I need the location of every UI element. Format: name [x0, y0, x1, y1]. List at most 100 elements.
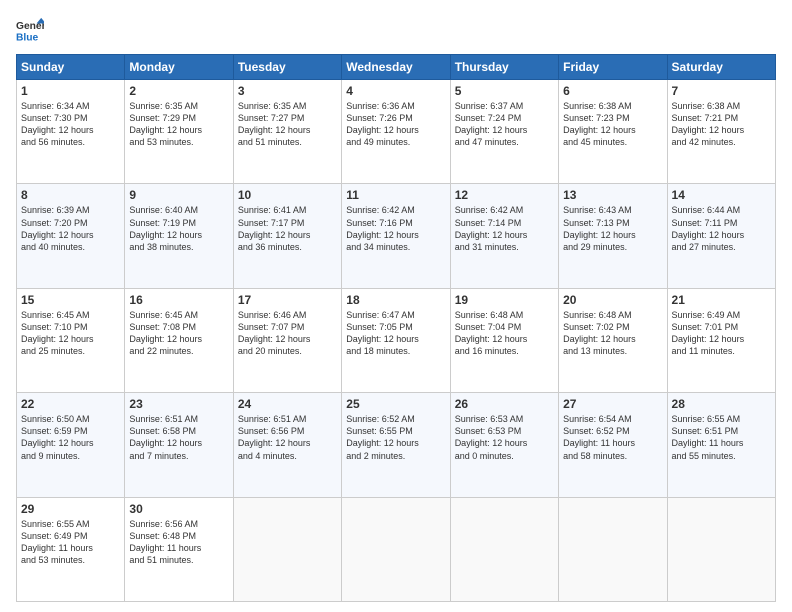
calendar-header-friday: Friday	[559, 55, 667, 80]
calendar-cell: 10Sunrise: 6:41 AM Sunset: 7:17 PM Dayli…	[233, 184, 341, 288]
day-info: Sunrise: 6:56 AM Sunset: 6:48 PM Dayligh…	[129, 518, 228, 567]
day-info: Sunrise: 6:50 AM Sunset: 6:59 PM Dayligh…	[21, 413, 120, 462]
day-info: Sunrise: 6:36 AM Sunset: 7:26 PM Dayligh…	[346, 100, 445, 149]
day-number: 1	[21, 84, 120, 98]
calendar-week-3: 15 Sunrise: 6:45 AM Sunset: 7:10 PM Dayli…	[17, 288, 776, 392]
day-number: 6	[563, 84, 662, 98]
day-info: Sunrise: 6:52 AM Sunset: 6:55 PM Dayligh…	[346, 413, 445, 462]
calendar-cell: 3Sunrise: 6:35 AM Sunset: 7:27 PM Daylig…	[233, 80, 341, 184]
svg-text:Blue: Blue	[16, 32, 39, 43]
calendar-cell: 22 Sunrise: 6:50 AM Sunset: 6:59 PM Dayli…	[17, 393, 125, 497]
day-info: Sunrise: 6:48 AM Sunset: 7:04 PM Dayligh…	[455, 309, 554, 358]
calendar-header-row: SundayMondayTuesdayWednesdayThursdayFrid…	[17, 55, 776, 80]
calendar-cell: 11 Sunrise: 6:42 AM Sunset: 7:16 PM Dayli…	[342, 184, 450, 288]
day-number: 16	[129, 293, 228, 307]
calendar-cell: 14 Sunrise: 6:44 AM Sunset: 7:11 PM Dayli…	[667, 184, 775, 288]
day-info: Sunrise: 6:51 AM Sunset: 6:56 PM Dayligh…	[238, 413, 337, 462]
day-info: Sunrise: 6:47 AM Sunset: 7:05 PM Dayligh…	[346, 309, 445, 358]
calendar-cell: 18 Sunrise: 6:47 AM Sunset: 7:05 PM Dayli…	[342, 288, 450, 392]
day-number: 14	[672, 188, 771, 202]
calendar-cell: 12 Sunrise: 6:42 AM Sunset: 7:14 PM Dayli…	[450, 184, 558, 288]
day-info: Sunrise: 6:38 AM Sunset: 7:21 PM Dayligh…	[672, 100, 771, 149]
day-number: 30	[129, 502, 228, 516]
page: General Blue SundayMondayTuesdayWednesda…	[0, 0, 792, 612]
day-number: 8	[21, 188, 120, 202]
calendar-cell: 26 Sunrise: 6:53 AM Sunset: 6:53 PM Dayli…	[450, 393, 558, 497]
calendar-cell: 28 Sunrise: 6:55 AM Sunset: 6:51 PM Dayli…	[667, 393, 775, 497]
logo: General Blue	[16, 16, 48, 44]
day-info: Sunrise: 6:46 AM Sunset: 7:07 PM Dayligh…	[238, 309, 337, 358]
day-number: 15	[21, 293, 120, 307]
calendar-cell: 5 Sunrise: 6:37 AM Sunset: 7:24 PM Daylig…	[450, 80, 558, 184]
calendar-cell: 1 Sunrise: 6:34 AM Sunset: 7:30 PM Daylig…	[17, 80, 125, 184]
calendar-week-1: 1 Sunrise: 6:34 AM Sunset: 7:30 PM Daylig…	[17, 80, 776, 184]
day-info: Sunrise: 6:40 AM Sunset: 7:19 PM Dayligh…	[129, 204, 228, 253]
day-info: Sunrise: 6:37 AM Sunset: 7:24 PM Dayligh…	[455, 100, 554, 149]
calendar-cell: 21 Sunrise: 6:49 AM Sunset: 7:01 PM Dayli…	[667, 288, 775, 392]
calendar-cell: 13Sunrise: 6:43 AM Sunset: 7:13 PM Dayli…	[559, 184, 667, 288]
day-number: 24	[238, 397, 337, 411]
day-number: 26	[455, 397, 554, 411]
calendar-cell: 27Sunrise: 6:54 AM Sunset: 6:52 PM Dayli…	[559, 393, 667, 497]
calendar-cell: 17 Sunrise: 6:46 AM Sunset: 7:07 PM Dayli…	[233, 288, 341, 392]
day-info: Sunrise: 6:44 AM Sunset: 7:11 PM Dayligh…	[672, 204, 771, 253]
calendar-header-monday: Monday	[125, 55, 233, 80]
calendar-header-tuesday: Tuesday	[233, 55, 341, 80]
day-number: 4	[346, 84, 445, 98]
calendar-week-5: 29 Sunrise: 6:55 AM Sunset: 6:49 PM Dayli…	[17, 497, 776, 601]
calendar-cell: 4 Sunrise: 6:36 AM Sunset: 7:26 PM Daylig…	[342, 80, 450, 184]
day-info: Sunrise: 6:41 AM Sunset: 7:17 PM Dayligh…	[238, 204, 337, 253]
day-number: 28	[672, 397, 771, 411]
calendar-week-2: 8 Sunrise: 6:39 AM Sunset: 7:20 PM Daylig…	[17, 184, 776, 288]
day-number: 11	[346, 188, 445, 202]
calendar-cell	[559, 497, 667, 601]
calendar-header-sunday: Sunday	[17, 55, 125, 80]
calendar-cell: 16 Sunrise: 6:45 AM Sunset: 7:08 PM Dayli…	[125, 288, 233, 392]
day-number: 5	[455, 84, 554, 98]
day-info: Sunrise: 6:38 AM Sunset: 7:23 PM Dayligh…	[563, 100, 662, 149]
calendar-week-4: 22 Sunrise: 6:50 AM Sunset: 6:59 PM Dayli…	[17, 393, 776, 497]
day-info: Sunrise: 6:45 AM Sunset: 7:10 PM Dayligh…	[21, 309, 120, 358]
calendar-cell: 2 Sunrise: 6:35 AM Sunset: 7:29 PM Daylig…	[125, 80, 233, 184]
day-info: Sunrise: 6:35 AM Sunset: 7:29 PM Dayligh…	[129, 100, 228, 149]
day-info: Sunrise: 6:45 AM Sunset: 7:08 PM Dayligh…	[129, 309, 228, 358]
calendar-cell: 24 Sunrise: 6:51 AM Sunset: 6:56 PM Dayli…	[233, 393, 341, 497]
calendar-cell: 29 Sunrise: 6:55 AM Sunset: 6:49 PM Dayli…	[17, 497, 125, 601]
day-number: 13	[563, 188, 662, 202]
calendar-header-wednesday: Wednesday	[342, 55, 450, 80]
calendar-cell: 25Sunrise: 6:52 AM Sunset: 6:55 PM Dayli…	[342, 393, 450, 497]
day-info: Sunrise: 6:53 AM Sunset: 6:53 PM Dayligh…	[455, 413, 554, 462]
day-number: 2	[129, 84, 228, 98]
calendar-cell: 15 Sunrise: 6:45 AM Sunset: 7:10 PM Dayli…	[17, 288, 125, 392]
day-number: 22	[21, 397, 120, 411]
logo-icon: General Blue	[16, 16, 44, 44]
calendar-cell: 7 Sunrise: 6:38 AM Sunset: 7:21 PM Daylig…	[667, 80, 775, 184]
day-number: 23	[129, 397, 228, 411]
day-info: Sunrise: 6:39 AM Sunset: 7:20 PM Dayligh…	[21, 204, 120, 253]
day-number: 12	[455, 188, 554, 202]
day-info: Sunrise: 6:42 AM Sunset: 7:14 PM Dayligh…	[455, 204, 554, 253]
day-number: 21	[672, 293, 771, 307]
calendar-cell	[233, 497, 341, 601]
day-info: Sunrise: 6:55 AM Sunset: 6:51 PM Dayligh…	[672, 413, 771, 462]
calendar-cell: 20Sunrise: 6:48 AM Sunset: 7:02 PM Dayli…	[559, 288, 667, 392]
calendar-cell: 6 Sunrise: 6:38 AM Sunset: 7:23 PM Daylig…	[559, 80, 667, 184]
day-info: Sunrise: 6:49 AM Sunset: 7:01 PM Dayligh…	[672, 309, 771, 358]
day-info: Sunrise: 6:55 AM Sunset: 6:49 PM Dayligh…	[21, 518, 120, 567]
calendar-cell: 23Sunrise: 6:51 AM Sunset: 6:58 PM Dayli…	[125, 393, 233, 497]
day-number: 9	[129, 188, 228, 202]
day-info: Sunrise: 6:34 AM Sunset: 7:30 PM Dayligh…	[21, 100, 120, 149]
header: General Blue	[16, 16, 776, 44]
day-number: 17	[238, 293, 337, 307]
calendar-cell: 9 Sunrise: 6:40 AM Sunset: 7:19 PM Daylig…	[125, 184, 233, 288]
day-number: 27	[563, 397, 662, 411]
day-number: 19	[455, 293, 554, 307]
day-info: Sunrise: 6:42 AM Sunset: 7:16 PM Dayligh…	[346, 204, 445, 253]
calendar-cell: 8 Sunrise: 6:39 AM Sunset: 7:20 PM Daylig…	[17, 184, 125, 288]
day-number: 29	[21, 502, 120, 516]
calendar-cell	[342, 497, 450, 601]
day-number: 7	[672, 84, 771, 98]
calendar-cell: 30 Sunrise: 6:56 AM Sunset: 6:48 PM Dayli…	[125, 497, 233, 601]
day-number: 18	[346, 293, 445, 307]
day-number: 3	[238, 84, 337, 98]
